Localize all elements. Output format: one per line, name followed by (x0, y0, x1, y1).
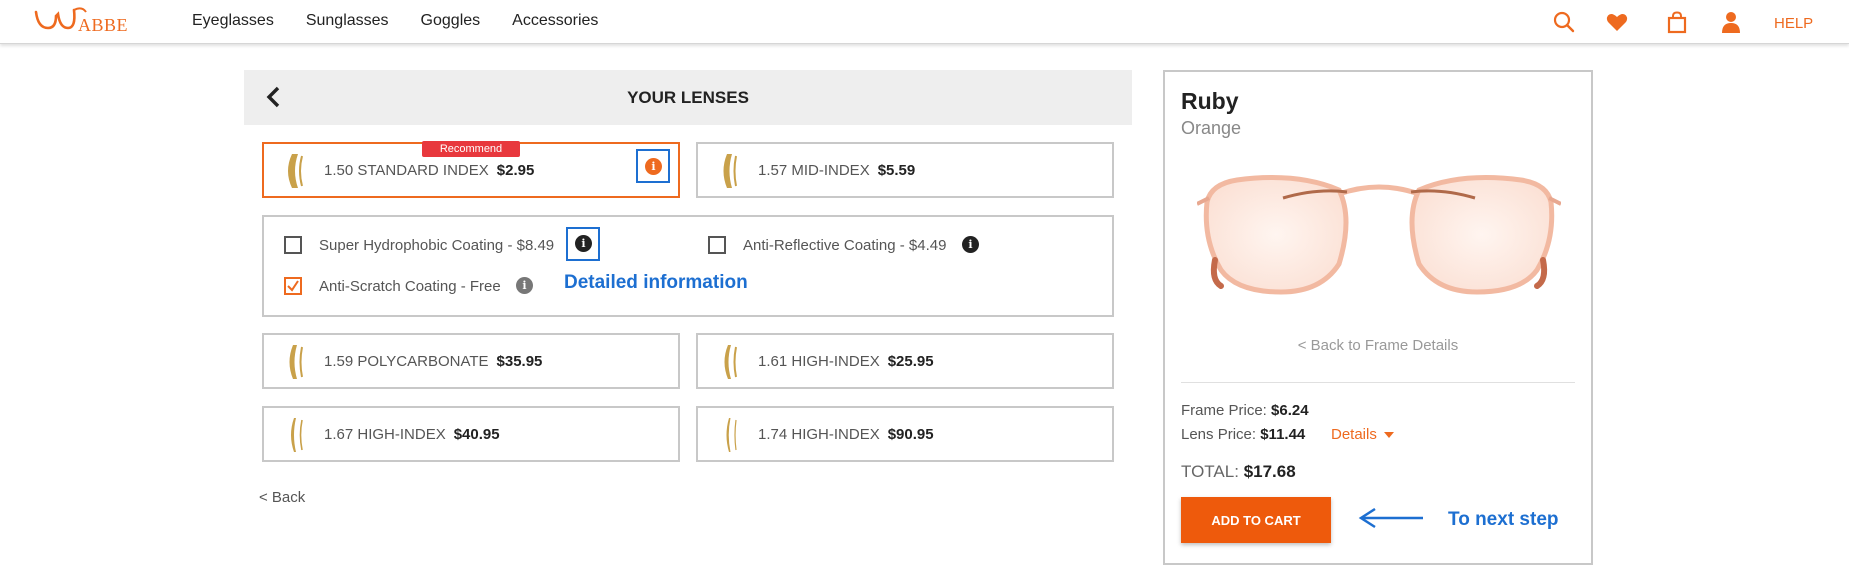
nav-sunglasses[interactable]: Sunglasses (306, 12, 389, 30)
frame-price-row: Frame Price: $6.24 (1181, 402, 1309, 419)
coating-label-antiscratch: Anti-Scratch Coating - Free (319, 278, 501, 295)
coating-checkbox-hydrophobic[interactable] (284, 236, 302, 254)
add-to-cart-button[interactable]: ADD TO CART (1181, 497, 1331, 543)
product-name: Ruby (1181, 88, 1239, 114)
coating-options: Super Hydrophobic Coating - $8.49 i Anti… (262, 215, 1114, 317)
total-row: TOTAL: $17.68 (1181, 462, 1296, 482)
help-link[interactable]: HELP (1774, 15, 1813, 32)
lens-price-row: Lens Price: $11.44 (1181, 426, 1305, 443)
back-link[interactable]: < Back (259, 489, 305, 506)
info-highlight-box[interactable]: i (636, 149, 670, 183)
frame-product-image (1197, 175, 1561, 295)
coating-label-hydrophobic: Super Hydrophobic Coating - $8.49 (319, 237, 555, 254)
nav-accessories[interactable]: Accessories (512, 12, 598, 30)
brand-logo[interactable]: ABBE (34, 4, 134, 35)
lens-option-1-59[interactable]: 1.59 POLYCARBONATE $35.95 (262, 333, 680, 389)
frame-price-label: Frame Price: (1181, 402, 1267, 419)
lens-option-1-67[interactable]: 1.67 HIGH-INDEX $40.95 (262, 406, 680, 462)
lens-price: $2.95 (496, 162, 535, 179)
info-icon[interactable]: i (962, 236, 979, 253)
frame-price-value: $6.24 (1271, 402, 1309, 419)
lens-name: 1.74 HIGH-INDEX (758, 426, 880, 443)
annotation-next-step: To next step (1448, 509, 1559, 530)
info-icon[interactable]: i (516, 277, 533, 294)
lens-option-1-50[interactable]: Recommend 1.50 STANDARD INDEX $2.95 i (262, 141, 680, 198)
lens-name: 1.67 HIGH-INDEX (324, 426, 446, 443)
total-label: TOTAL: (1181, 462, 1239, 481)
lens-name: 1.59 POLYCARBONATE (324, 353, 489, 370)
brand-name: ABBE (78, 15, 129, 35)
total-value: $17.68 (1243, 462, 1296, 481)
info-highlight-box[interactable]: i (566, 227, 600, 261)
lens-profile-icon (291, 418, 303, 452)
lens-option-1-61[interactable]: 1.61 HIGH-INDEX $25.95 (696, 333, 1114, 389)
checkmark-icon (287, 280, 299, 292)
top-header: ABBE Eyeglasses Sunglasses Goggles Acces… (0, 0, 1849, 44)
info-icon[interactable]: i (575, 235, 592, 252)
search-icon[interactable] (1552, 10, 1576, 34)
details-label: Details (1331, 426, 1377, 443)
lens-profile-icon (288, 154, 303, 188)
back-to-frame-link[interactable]: < Back to Frame Details (1165, 337, 1591, 354)
main-nav: Eyeglasses Sunglasses Goggles Accessorie… (192, 12, 630, 30)
caret-down-icon (1384, 432, 1395, 439)
lens-price: $25.95 (887, 353, 934, 370)
divider (1181, 382, 1575, 383)
lens-option-1-57[interactable]: 1.57 MID-INDEX $5.59 (696, 142, 1114, 198)
order-summary-panel: Ruby Orange < Back to Frame Details Fram… (1163, 70, 1593, 565)
heart-icon[interactable] (1605, 10, 1629, 34)
coating-checkbox-antiscratch[interactable] (284, 277, 302, 295)
lens-price: $5.59 (877, 162, 916, 179)
lens-price: $40.95 (453, 426, 500, 443)
coating-checkbox-antireflective[interactable] (708, 236, 726, 254)
bag-icon[interactable] (1665, 10, 1689, 34)
coating-label-antireflective: Anti-Reflective Coating - $4.49 (743, 237, 947, 254)
lens-price: $90.95 (887, 426, 934, 443)
lens-option-1-74[interactable]: 1.74 HIGH-INDEX $90.95 (696, 406, 1114, 462)
lens-profile-icon (724, 345, 737, 379)
lens-profile-icon (289, 345, 303, 379)
lens-price-label: Lens Price: (1181, 426, 1257, 443)
lens-price: $35.95 (496, 353, 543, 370)
info-icon[interactable]: i (645, 158, 662, 175)
nav-eyeglasses[interactable]: Eyeglasses (192, 12, 274, 30)
lens-name: 1.61 HIGH-INDEX (758, 353, 880, 370)
lens-profile-icon (723, 154, 737, 188)
lens-profile-icon (726, 418, 737, 452)
lens-price-value: $11.44 (1260, 426, 1306, 443)
lens-name: 1.50 STANDARD INDEX (324, 162, 489, 179)
annotation-detailed-info: Detailed information (564, 272, 748, 293)
product-color: Orange (1181, 118, 1242, 138)
recommend-badge: Recommend (422, 141, 520, 157)
lens-name: 1.57 MID-INDEX (758, 162, 870, 179)
page-title: YOUR LENSES (627, 88, 749, 107)
user-icon[interactable] (1719, 10, 1743, 34)
nav-goggles[interactable]: Goggles (421, 12, 481, 30)
lenses-header: YOUR LENSES (244, 70, 1132, 125)
arrow-left-icon (1358, 507, 1423, 529)
details-dropdown[interactable]: Details (1331, 426, 1395, 443)
